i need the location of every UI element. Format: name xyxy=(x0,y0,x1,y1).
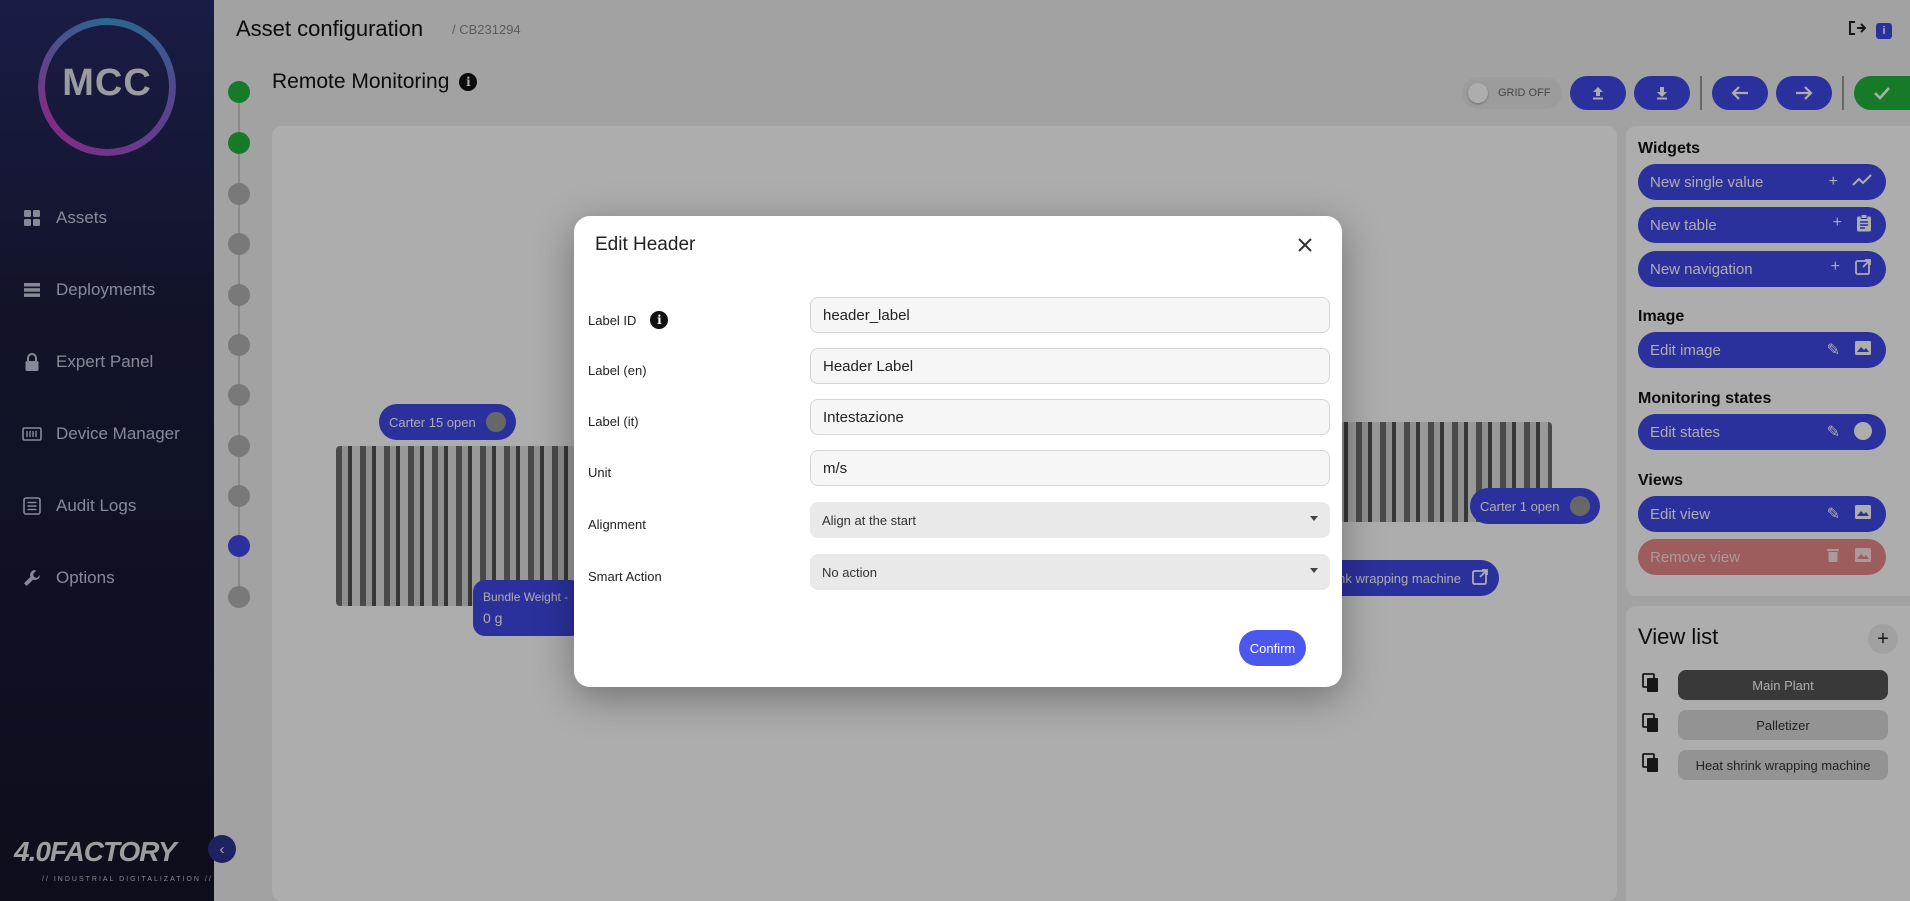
smart-action-select[interactable]: No action xyxy=(810,554,1330,590)
label-en-label: Label (en) xyxy=(588,363,647,378)
dialog-title: Edit Header xyxy=(595,234,696,255)
unit-input[interactable] xyxy=(810,450,1330,486)
label-en-input[interactable] xyxy=(810,348,1330,384)
caret-down-icon xyxy=(1310,516,1318,521)
alignment-label: Alignment xyxy=(588,517,646,532)
label-id-label: Label ID i xyxy=(588,311,669,329)
alignment-select[interactable]: Align at the start xyxy=(810,502,1330,538)
edit-header-dialog: Edit Header Label ID i Label (en) Label … xyxy=(574,216,1342,687)
close-button[interactable] xyxy=(1292,232,1318,258)
confirm-button[interactable]: Confirm xyxy=(1239,630,1306,666)
unit-label: Unit xyxy=(588,465,612,480)
info-icon[interactable]: i xyxy=(650,311,669,329)
label-id-input[interactable] xyxy=(810,297,1330,333)
close-icon xyxy=(1298,238,1312,252)
label-it-label: Label (it) xyxy=(588,414,639,429)
smart-action-label: Smart Action xyxy=(588,569,662,584)
caret-down-icon xyxy=(1310,568,1318,573)
label-it-input[interactable] xyxy=(810,399,1330,435)
